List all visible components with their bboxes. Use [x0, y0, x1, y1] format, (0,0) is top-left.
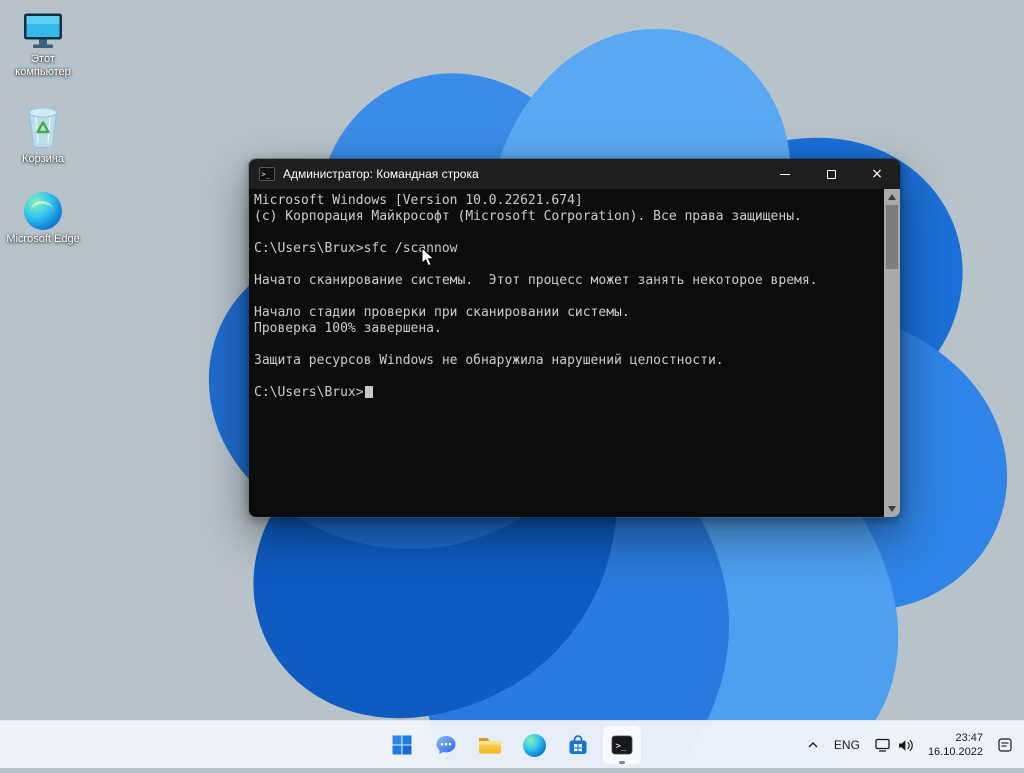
text-cursor [364, 386, 373, 398]
terminal-prompt-line: C:\Users\Brux> [254, 385, 878, 401]
cmd-icon: >_ [611, 735, 633, 755]
desktop-icon-label: Корзина [22, 153, 64, 165]
svg-text:>_: >_ [262, 171, 271, 179]
terminal-line: Microsoft Windows [Version 10.0.22621.67… [254, 193, 583, 208]
chat-icon [436, 736, 456, 754]
edge-icon [24, 192, 62, 230]
desktop-icon-label: Microsoft Edge [6, 233, 80, 245]
taskbar-chat-button[interactable] [426, 725, 466, 765]
start-button[interactable] [382, 725, 422, 765]
terminal-line: Начато сканирование системы. Этот процес… [254, 273, 818, 288]
taskbar-center-group: >_ [382, 725, 642, 765]
cmd-app-icon: >_ [259, 167, 275, 181]
chevron-up-icon [808, 742, 818, 748]
terminal-scrollbar[interactable] [884, 189, 900, 517]
language-label: ENG [833, 738, 860, 752]
network-icon [875, 738, 890, 752]
taskbar-terminal-button[interactable]: >_ [602, 725, 642, 765]
terminal-line: Начало стадии проверки при сканировании … [254, 305, 630, 320]
terminal-output[interactable]: Microsoft Windows [Version 10.0.22621.67… [249, 189, 900, 517]
microsoft-store-icon [569, 735, 587, 754]
close-button[interactable]: × [854, 159, 900, 189]
notification-bell-icon [998, 738, 1012, 752]
scroll-down-icon[interactable] [888, 506, 896, 512]
terminal-prompt: C:\Users\Brux> [254, 385, 364, 400]
desktop-icon-this-pc[interactable]: Этот компьютер [4, 12, 82, 79]
tray-overflow-button[interactable] [800, 725, 826, 765]
cmd-titlebar[interactable]: >_ Администратор: Командная строка × [249, 159, 900, 189]
window-title: Администратор: Командная строка [283, 167, 479, 181]
active-app-indicator [619, 761, 625, 764]
window-controls: × [762, 159, 900, 189]
edge-icon [522, 733, 546, 757]
network-volume-button[interactable] [868, 725, 921, 765]
language-indicator-button[interactable]: ENG [827, 725, 867, 765]
taskbar-clock[interactable]: 23:47 16.10.2022 [922, 731, 989, 759]
taskbar: >_ ENG 23:47 16.10.2022 [0, 720, 1024, 768]
scrollbar-thumb[interactable] [886, 205, 898, 269]
svg-text:>_: >_ [616, 742, 627, 752]
minimize-button[interactable] [762, 159, 808, 189]
terminal-line: Проверка 100% завершена. [254, 321, 442, 336]
desktop-icon-edge[interactable]: Microsoft Edge [4, 192, 82, 246]
tray-date: 16.10.2022 [927, 746, 983, 758]
close-icon: × [871, 166, 883, 182]
file-explorer-icon [479, 738, 501, 754]
taskbar-store-button[interactable] [558, 725, 598, 765]
this-pc-icon [24, 13, 62, 48]
notification-center-button[interactable] [990, 725, 1020, 765]
maximize-icon [826, 169, 836, 179]
terminal-line: C:\Users\Brux>sfc /scannow [254, 241, 458, 256]
windows-logo-icon [392, 735, 412, 755]
desktop-icon-label: Этот компьютер [15, 53, 71, 78]
volume-icon [898, 739, 913, 751]
cmd-window: >_ Администратор: Командная строка × Mic… [248, 158, 901, 518]
maximize-button[interactable] [808, 159, 854, 189]
minimize-icon [780, 173, 790, 175]
tray-time: 23:47 [955, 732, 983, 744]
taskbar-file-explorer-button[interactable] [470, 725, 510, 765]
desktop-icon-column: Этот компьютер Корзина Microsoft Edge [4, 12, 82, 246]
scroll-up-icon[interactable] [888, 194, 896, 200]
recycle-bin-icon [28, 107, 58, 149]
terminal-line: (c) Корпорация Майкрософт (Microsoft Cor… [254, 209, 802, 224]
system-tray: ENG 23:47 16.10.2022 [800, 725, 1020, 765]
desktop-icon-recycle-bin[interactable]: Корзина [4, 105, 82, 166]
taskbar-edge-button[interactable] [514, 725, 554, 765]
terminal-line: Защита ресурсов Windows не обнаружила на… [254, 353, 724, 368]
